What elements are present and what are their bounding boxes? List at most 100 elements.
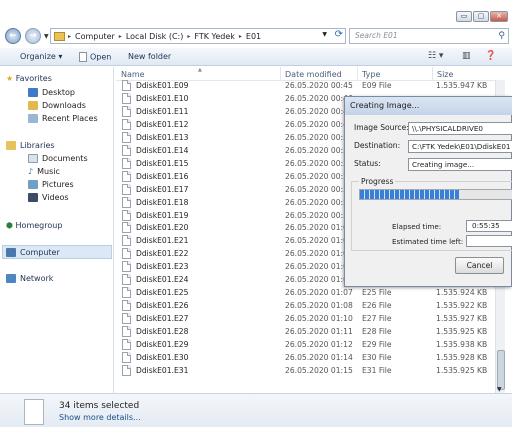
refresh-icon[interactable]: ⟳	[335, 29, 343, 40]
sidebar-item-videos[interactable]: Videos	[28, 193, 69, 202]
sidebar-item-recent-places[interactable]: Recent Places	[28, 114, 98, 123]
downloads-icon	[28, 101, 38, 110]
table-row[interactable]: DdiskE01.E27 26.05.2020 01:10 E27 File 1.53…	[116, 312, 502, 325]
computer-label: Computer	[20, 248, 60, 257]
star-icon: ★	[6, 74, 14, 83]
scrollbar-thumb[interactable]	[497, 350, 505, 390]
file-name: DdiskE01.E13	[136, 132, 189, 142]
file-size: 1.535.925 KB	[436, 327, 488, 337]
file-icon	[122, 144, 131, 156]
breadcrumb-ftk-yedek[interactable]: FTK Yedek	[194, 32, 235, 41]
file-icon	[122, 351, 131, 363]
search-icon[interactable]: ⚲	[498, 29, 505, 43]
back-button[interactable]: ←	[5, 28, 21, 44]
address-bar[interactable]: ▸ Computer ▸ Local Disk (C:) ▸ FTK Yedek…	[50, 28, 346, 44]
column-header-date[interactable]: Date modified	[285, 70, 342, 79]
image-source-field: \\.\PHYSICALDRIVE0	[408, 122, 512, 135]
table-row[interactable]: DdiskE01.E31 26.05.2020 01:15 E31 File 1.53…	[116, 364, 502, 377]
arrow-right-icon: →	[29, 31, 37, 41]
file-icon	[122, 300, 131, 312]
change-view-icon[interactable]: ☷ ▾	[428, 51, 443, 61]
file-type: E31 File	[362, 365, 392, 375]
file-icon	[122, 235, 131, 247]
forward-button[interactable]: →	[25, 28, 41, 44]
chevron-right-icon[interactable]: ▸	[119, 33, 122, 40]
scroll-down-icon[interactable]: ▼	[497, 386, 502, 393]
table-row[interactable]: DdiskE01.E30 26.05.2020 01:14 E30 File 1.53…	[116, 351, 502, 364]
file-name: DdiskE01.E28	[136, 327, 189, 337]
file-date-modified: 26.05.2020 00:48	[285, 106, 353, 116]
file-icon	[122, 105, 131, 117]
libraries-label: Libraries	[20, 141, 55, 150]
address-dropdown-icon[interactable]: ▼	[322, 31, 327, 38]
file-date-modified: 26.05.2020 00:58	[285, 210, 353, 220]
recent-pages-dropdown[interactable]: ▼	[44, 33, 49, 40]
file-name: DdiskE01.E22	[136, 249, 189, 259]
sidebar-item-desktop[interactable]: Desktop	[28, 88, 75, 97]
close-button[interactable]: ✕	[490, 11, 508, 22]
file-icon	[122, 131, 131, 143]
documents-icon	[28, 154, 38, 163]
table-row[interactable]: DdiskE01.E25 26.05.2020 01:07 E25 File 1.53…	[116, 286, 502, 299]
elapsed-time-label: Elapsed time:	[392, 222, 442, 231]
navigation-pane: ★ Favorites Desktop Downloads Recent Pla…	[0, 67, 114, 393]
file-name: DdiskE01.E25	[136, 288, 189, 298]
sidebar-group-homegroup[interactable]: ⬢ Homegroup	[6, 221, 62, 230]
chevron-right-icon[interactable]: ▸	[187, 33, 190, 40]
chevron-right-icon[interactable]: ▸	[239, 33, 242, 40]
status-label: Status:	[354, 159, 381, 168]
minimize-button[interactable]: ▭	[456, 11, 472, 22]
preview-pane-icon[interactable]: ▥	[462, 51, 471, 61]
open-button[interactable]: Open	[79, 52, 111, 62]
image-source-label: Image Source:	[354, 123, 409, 132]
table-row[interactable]: DdiskE01.E09 26.05.2020 00:45 E09 File 1.53…	[116, 79, 502, 92]
file-date-modified: 26.05.2020 00:53	[285, 158, 353, 168]
file-icon	[122, 196, 131, 208]
file-size: 1.535.925 KB	[436, 365, 488, 375]
breadcrumb-computer[interactable]: Computer	[75, 32, 115, 41]
homegroup-icon: ⬢	[6, 221, 13, 230]
file-type: E30 File	[362, 352, 392, 362]
sidebar-item-music[interactable]: ♪ Music	[28, 167, 60, 176]
column-header-size[interactable]: Size	[437, 70, 453, 79]
sidebar-group-computer[interactable]: Computer	[6, 248, 60, 257]
destination-field: C:\FTK Yedek\E01\DdiskE01	[408, 140, 512, 153]
sidebar-group-favorites[interactable]: ★ Favorites	[6, 74, 52, 83]
maximize-button[interactable]: ▢	[473, 11, 489, 22]
breadcrumb-e01[interactable]: E01	[246, 32, 261, 41]
file-name: DdiskE01.E31	[136, 365, 189, 375]
help-icon[interactable]: ❓	[485, 51, 496, 61]
sidebar-group-network[interactable]: Network	[6, 274, 53, 283]
sort-ascending-icon: ▲	[198, 67, 202, 73]
file-icon	[122, 339, 131, 350]
file-icon	[79, 52, 87, 62]
file-type: E26 File	[362, 301, 392, 311]
homegroup-label: Homegroup	[15, 221, 63, 230]
sidebar-item-documents[interactable]: Documents	[28, 154, 88, 163]
progress-bar	[359, 189, 512, 200]
file-date-modified: 26.05.2020 00:54	[285, 171, 353, 181]
sidebar-item-downloads[interactable]: Downloads	[28, 101, 86, 110]
column-header-name[interactable]: Name	[121, 70, 145, 79]
table-row[interactable]: DdiskE01.E28 26.05.2020 01:11 E28 File 1.53…	[116, 325, 502, 338]
search-input[interactable]: Search E01 ⚲	[349, 28, 509, 44]
table-row[interactable]: DdiskE01.E29 26.05.2020 01:12 E29 File 1.53…	[116, 338, 502, 351]
file-size: 1.535.947 KB	[436, 81, 488, 90]
sidebar-item-pictures[interactable]: Pictures	[28, 180, 74, 189]
chevron-right-icon[interactable]: ▸	[68, 33, 71, 40]
status-field: Creating image...	[408, 158, 512, 171]
favorites-label: Favorites	[15, 74, 52, 83]
show-more-details-link[interactable]: Show more details...	[59, 413, 141, 422]
new-folder-button[interactable]: New folder	[128, 52, 171, 61]
column-header-type[interactable]: Type	[362, 70, 380, 79]
file-name: DdiskE01.E26	[136, 301, 189, 311]
table-row[interactable]: DdiskE01.E26 26.05.2020 01:08 E26 File 1.53…	[116, 299, 502, 312]
file-date-modified: 26.05.2020 00:52	[285, 145, 353, 155]
sidebar-item-label: Downloads	[42, 101, 86, 110]
file-name: DdiskE01.E16	[136, 171, 189, 181]
sidebar-group-libraries[interactable]: Libraries	[6, 141, 55, 150]
cancel-button[interactable]: Cancel	[455, 257, 504, 274]
organize-menu[interactable]: Organize ▾	[20, 52, 62, 61]
breadcrumb-local-disk[interactable]: Local Disk (C:)	[126, 32, 184, 41]
file-type: E09 File	[362, 81, 392, 90]
